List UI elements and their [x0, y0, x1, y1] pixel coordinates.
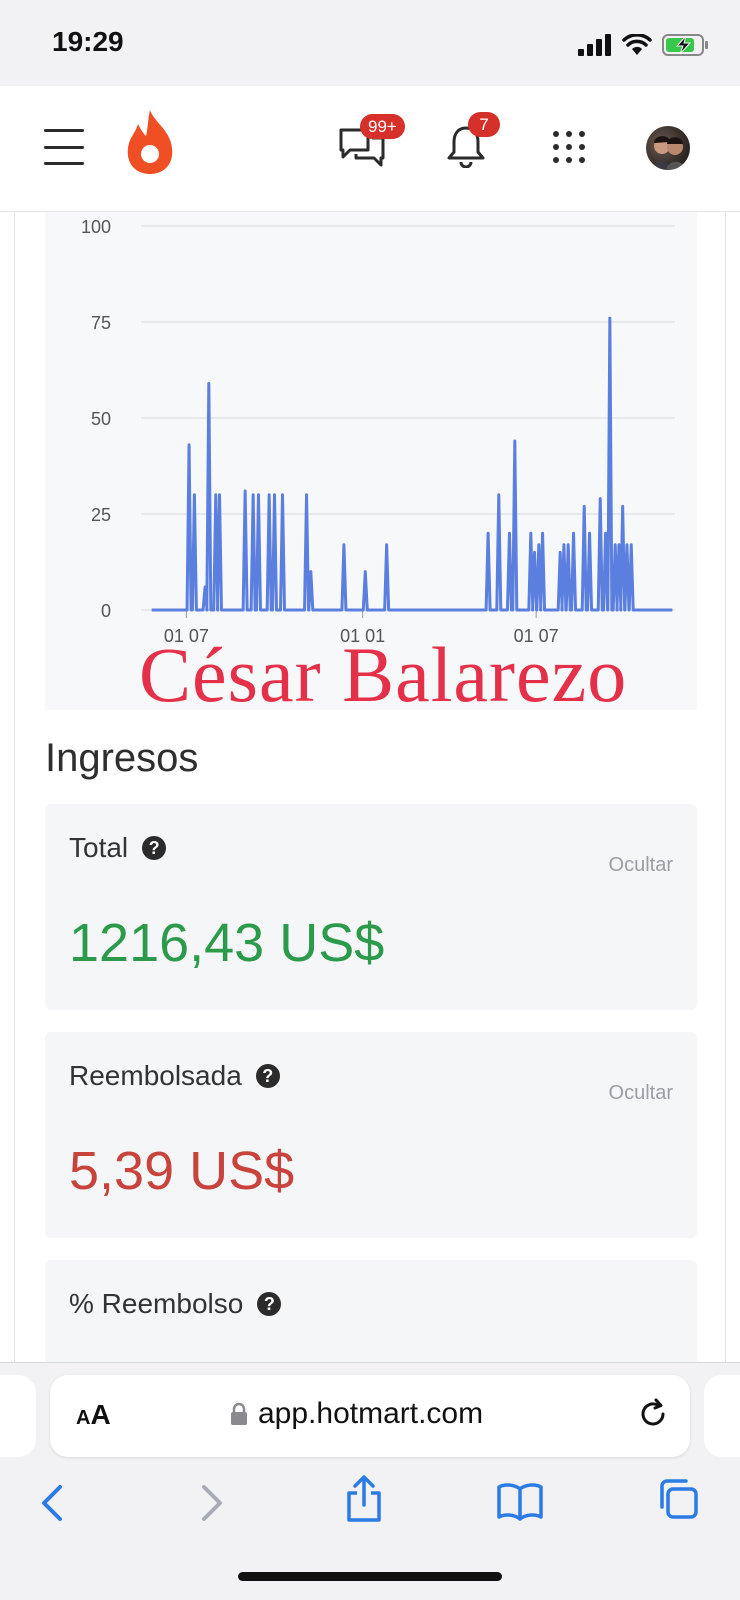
ingresos-title: Ingresos [45, 736, 199, 780]
browser-toolbar: AA app.hotmart.com [0, 1362, 740, 1600]
y-tick-label: 50 [91, 409, 111, 429]
reload-icon[interactable] [636, 1397, 670, 1431]
share-icon[interactable] [344, 1475, 384, 1523]
apps-grid-icon [553, 131, 585, 163]
messages-button[interactable]: 99+ [338, 114, 405, 173]
address-bar[interactable]: AA app.hotmart.com [50, 1375, 690, 1457]
notifications-button[interactable]: 7 [446, 112, 500, 173]
refunded-label-row: Reembolsada ? [69, 1060, 280, 1092]
total-card: Total ? Ocultar 1216,43 US$ [45, 804, 697, 1010]
status-bar: 19:29 [0, 0, 740, 86]
tabs-icon[interactable] [656, 1477, 700, 1521]
status-time: 19:29 [52, 26, 124, 57]
refunded-value: 5,39 US$ [69, 1141, 295, 1201]
notifications-badge: 7 [468, 112, 500, 137]
url-text: app.hotmart.com [258, 1397, 484, 1430]
url-field[interactable]: app.hotmart.com [230, 1397, 483, 1431]
wifi-icon [622, 34, 652, 55]
refunded-card: Reembolsada ? Ocultar 5,39 US$ [45, 1032, 697, 1238]
lock-icon [231, 1402, 247, 1425]
help-icon[interactable]: ? [142, 836, 167, 860]
watermark-text: César Balarezo [139, 631, 628, 718]
previous-tab-pill[interactable] [0, 1375, 36, 1457]
menu-icon[interactable] [44, 129, 84, 165]
y-tick-label: 75 [91, 313, 111, 333]
battery-charging-icon [662, 34, 708, 56]
bookmarks-icon[interactable] [496, 1481, 544, 1521]
y-tick-label: 0 [101, 601, 111, 621]
sales-series-line [151, 316, 673, 612]
hotmart-logo-icon[interactable] [124, 108, 176, 181]
y-tick-label: 25 [91, 505, 111, 525]
total-label-row: Total ? [69, 832, 167, 864]
main-content: 100 75 50 25 0 01 07 01 01 01 07 César Balarezo… [14, 212, 726, 1362]
next-tab-pill[interactable] [704, 1375, 740, 1457]
user-avatar[interactable] [646, 126, 690, 170]
y-tick-label: 100 [81, 217, 111, 237]
hide-button[interactable]: Ocultar [609, 854, 673, 877]
messages-badge: 99+ [360, 114, 405, 139]
back-icon[interactable] [38, 1483, 68, 1523]
total-label: Total [69, 832, 129, 863]
refunded-label: Reembolsada [69, 1060, 242, 1091]
signal-icon [578, 34, 611, 56]
app-header: 99+ 7 [0, 86, 740, 212]
refund-percent-card: % Reembolso ? [45, 1260, 697, 1362]
forward-icon[interactable] [196, 1483, 226, 1523]
hide-button[interactable]: Ocultar [609, 1082, 673, 1105]
sales-chart: 100 75 50 25 0 01 07 01 01 01 07 César Balarezo [45, 212, 697, 718]
home-indicator [238, 1572, 502, 1581]
help-icon[interactable]: ? [255, 1064, 280, 1088]
status-icons [578, 30, 710, 60]
refund-percent-label: % Reembolso [69, 1288, 244, 1319]
help-icon[interactable]: ? [257, 1292, 282, 1316]
total-value: 1216,43 US$ [69, 913, 385, 973]
refund-percent-label-row: % Reembolso ? [69, 1288, 282, 1320]
apps-grid-button[interactable] [552, 130, 586, 169]
text-size-button[interactable]: AA [76, 1399, 111, 1431]
